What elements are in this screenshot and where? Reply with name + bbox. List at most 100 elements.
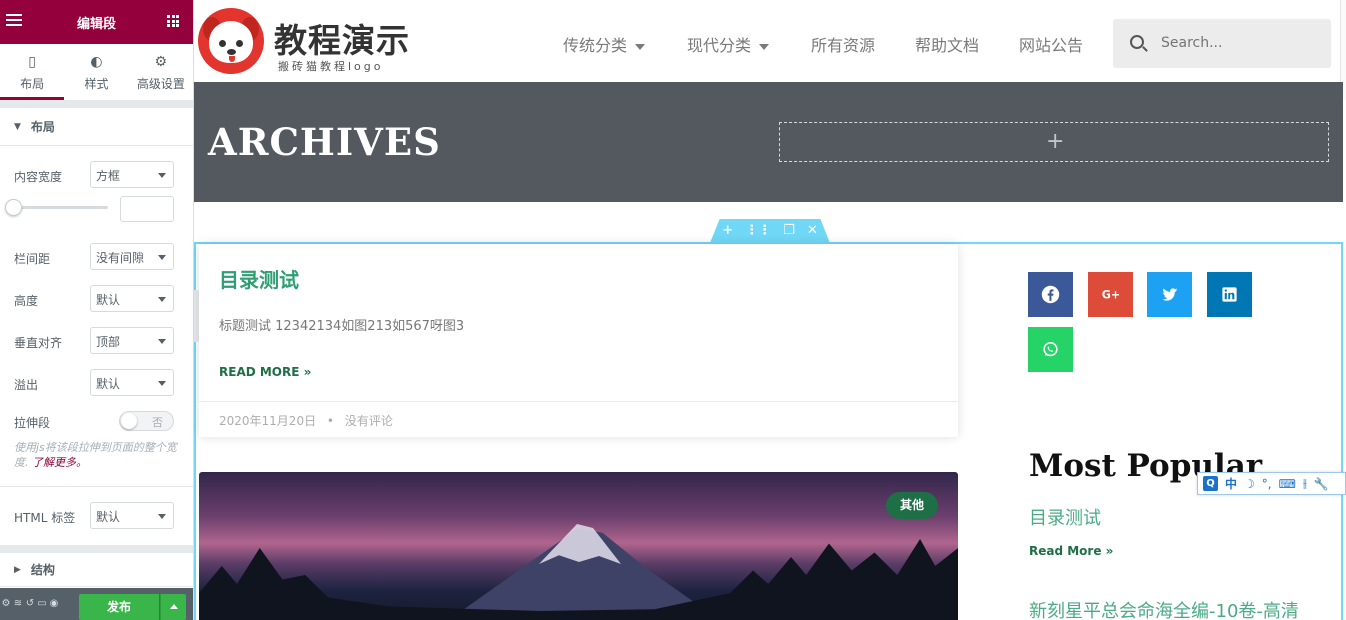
content-width-select[interactable]: 方框 xyxy=(90,161,174,188)
overflow-select[interactable]: 默认 xyxy=(90,369,174,396)
publish-button[interactable]: 发布 xyxy=(79,594,159,620)
post-meta: 2020年11月20日 • 没有评论 xyxy=(199,401,958,437)
read-more-link[interactable]: READ MORE » xyxy=(219,365,311,379)
navigator-icon[interactable]: ≋ xyxy=(12,597,24,610)
nav-item-resources[interactable]: 所有资源 xyxy=(811,32,875,56)
settings-icon[interactable]: ⚙ xyxy=(0,597,12,610)
logo-tongue xyxy=(229,56,235,62)
svg-text:G+: G+ xyxy=(1102,288,1120,301)
featured-image-post[interactable]: 其他 xyxy=(199,472,958,620)
linkedin-share-button[interactable] xyxy=(1207,272,1252,317)
width-number-input[interactable] xyxy=(120,196,174,222)
meta-separator: • xyxy=(326,414,334,428)
widgets-grid-icon[interactable] xyxy=(167,15,179,27)
section-structure-label: 结构 xyxy=(30,563,55,577)
site-preview: 教程演示 搬砖猫教程logo 传统分类 现代分类 所有资源 帮助文档 网站公告 … xyxy=(194,0,1346,620)
content-width-control: 内容宽度 方框 xyxy=(0,154,193,196)
drag-section-icon[interactable]: ⋮⋮ xyxy=(745,223,771,238)
moon-icon[interactable]: ☽ xyxy=(1244,477,1255,491)
ime-logo-icon[interactable]: Q xyxy=(1203,476,1218,491)
post-title[interactable]: 目录测试 xyxy=(219,264,299,293)
popular-read-more-link[interactable]: Read More » xyxy=(1029,544,1113,558)
keyboard-icon[interactable]: ⌨ xyxy=(1279,477,1296,491)
ime-extra-icon[interactable]: ⫲ xyxy=(1303,476,1307,491)
panel-footer: ⚙ ≋ ↺ ▭ ◉ 发布 xyxy=(0,588,193,620)
tab-style-label: 样式 xyxy=(84,77,109,91)
column-gap-label: 栏间距 xyxy=(14,252,51,266)
search-icon[interactable] xyxy=(1130,35,1144,49)
delete-section-icon[interactable]: ✕ xyxy=(807,223,818,238)
nav-item-traditional[interactable]: 传统分类 xyxy=(563,32,646,56)
responsive-icon[interactable]: ▭ xyxy=(36,597,48,610)
archives-banner: ARCHIVES + xyxy=(194,82,1343,202)
height-control: 高度 默认 xyxy=(0,278,193,320)
html-tag-label: HTML 标签 xyxy=(14,511,76,525)
nav-label: 传统分类 xyxy=(563,36,628,55)
add-widget-dropzone[interactable]: + xyxy=(779,122,1329,162)
popular-post-link[interactable]: 新刻星平总会命海全编-10卷-高清 xyxy=(1029,597,1299,620)
facebook-share-button[interactable] xyxy=(1028,272,1073,317)
category-badge[interactable]: 其他 xyxy=(886,492,938,519)
wrench-icon[interactable]: 🔧 xyxy=(1314,477,1329,491)
content-width-label: 内容宽度 xyxy=(14,170,63,184)
twitter-icon xyxy=(1162,288,1178,301)
search-input[interactable] xyxy=(1161,33,1311,53)
layout-icon: ▯ xyxy=(28,54,37,70)
editor-panel: 编辑段 ▯ 布局 ◐ 样式 ⚙ 高级设置 ▼ 布局 内容宽度 方框 栏间距 没有… xyxy=(0,0,194,620)
panel-title: 编辑段 xyxy=(76,17,116,32)
logo-eye xyxy=(219,40,226,47)
dog-logo-icon[interactable] xyxy=(198,8,264,74)
overflow-control: 溢出 默认 xyxy=(0,362,193,404)
vertical-align-label: 垂直对齐 xyxy=(14,336,63,350)
popular-post-link[interactable]: 目录测试 xyxy=(1029,504,1101,530)
chevron-down-icon xyxy=(635,43,646,50)
publish-options-button[interactable] xyxy=(160,594,186,620)
nav-label: 现代分类 xyxy=(687,36,752,55)
preview-eye-icon[interactable]: ◉ xyxy=(48,597,60,610)
tab-advanced[interactable]: ⚙ 高级设置 xyxy=(128,44,193,100)
width-slider-track[interactable] xyxy=(14,206,108,209)
logo-eye xyxy=(236,40,243,47)
height-select[interactable]: 默认 xyxy=(90,285,174,312)
twitter-share-button[interactable] xyxy=(1147,272,1192,317)
tab-layout[interactable]: ▯ 布局 xyxy=(0,44,65,100)
vertical-align-control: 垂直对齐 顶部 xyxy=(0,320,193,362)
site-logo-title[interactable]: 教程演示 xyxy=(274,14,410,62)
stretch-help: 使用js将该段拉伸到页面的整个宽度. 了解更多。 xyxy=(0,438,193,486)
add-section-icon[interactable]: + xyxy=(722,223,733,238)
width-slider-control xyxy=(0,196,193,236)
site-header: 教程演示 搬砖猫教程logo 传统分类 现代分类 所有资源 帮助文档 网站公告 xyxy=(194,0,1346,100)
plus-icon: + xyxy=(1046,129,1065,154)
tab-layout-label: 布局 xyxy=(20,77,45,91)
ime-language-toggle[interactable]: 中 xyxy=(1225,475,1237,492)
google-plus-share-button[interactable]: G+ xyxy=(1088,272,1133,317)
facebook-icon xyxy=(1041,285,1060,304)
nav-item-announcement[interactable]: 网站公告 xyxy=(1019,32,1083,56)
learn-more-link[interactable]: 了解更多。 xyxy=(32,456,87,469)
history-icon[interactable]: ↺ xyxy=(24,597,36,610)
ime-toolbar: Q 中 ☽ °, ⌨ ⫲ 🔧 xyxy=(1197,472,1346,495)
tab-style[interactable]: ◐ 样式 xyxy=(64,44,129,100)
stretch-control: 拉伸段 否 xyxy=(0,404,193,438)
column-gap-select[interactable]: 没有间隙 xyxy=(90,243,174,270)
vertical-align-select[interactable]: 顶部 xyxy=(90,327,174,354)
width-slider-thumb[interactable] xyxy=(5,199,22,216)
footer-icons: ⚙ ≋ ↺ ▭ ◉ xyxy=(0,597,60,610)
stretch-toggle-text: 否 xyxy=(152,416,163,429)
html-tag-select[interactable]: 默认 xyxy=(90,502,174,529)
nav-item-help[interactable]: 帮助文档 xyxy=(915,32,979,56)
punctuation-icon[interactable]: °, xyxy=(1262,477,1272,491)
nav-item-modern[interactable]: 现代分类 xyxy=(687,32,770,56)
section-layout-toggle[interactable]: ▼ 布局 xyxy=(0,108,193,146)
stretch-toggle[interactable]: 否 xyxy=(119,411,174,431)
section-handle-buttons: + ⋮⋮ ❐ ✕ xyxy=(710,223,830,238)
section-handle: + ⋮⋮ ❐ ✕ xyxy=(710,219,830,243)
html-tag-control: HTML 标签 默认 xyxy=(0,495,193,537)
overflow-label: 溢出 xyxy=(14,378,39,392)
duplicate-section-icon[interactable]: ❐ xyxy=(783,223,795,238)
post-comments[interactable]: 没有评论 xyxy=(345,414,393,428)
section-structure-toggle[interactable]: ▶ 结构 xyxy=(0,553,193,587)
archives-title: ARCHIVES xyxy=(208,120,441,164)
whatsapp-share-button[interactable] xyxy=(1028,327,1073,372)
contrast-icon: ◐ xyxy=(90,54,103,70)
